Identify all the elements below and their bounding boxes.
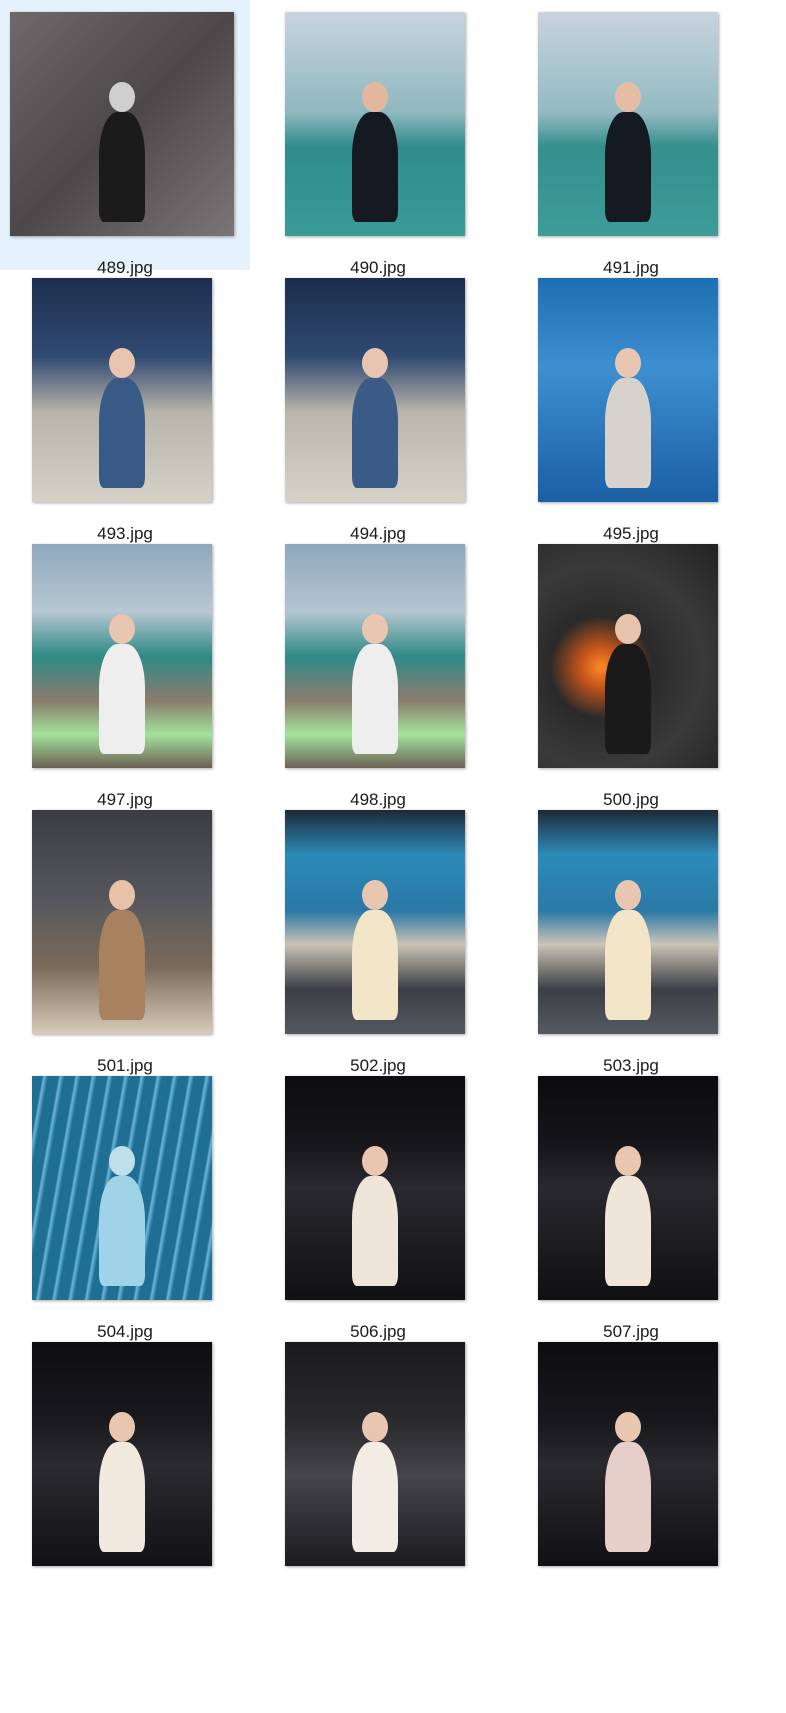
photo-subject-body: [605, 1176, 651, 1286]
photo-subject-body: [605, 644, 651, 754]
photo-subject-head: [615, 348, 641, 378]
photo-resort-icon[interactable]: [32, 544, 212, 768]
file-item[interactable]: 501.jpg: [0, 798, 272, 1090]
photo-subject-body: [99, 1442, 145, 1552]
photo-subject-head: [109, 348, 135, 378]
photo-subject-head: [109, 82, 135, 112]
file-item[interactable]: [506, 1330, 778, 1622]
photo-aquarium-icon[interactable]: [538, 278, 718, 502]
photo-subject-head: [362, 82, 388, 112]
photo-subject-head: [615, 1412, 641, 1442]
file-item[interactable]: 491.jpg: [506, 0, 778, 292]
photo-globe-icon[interactable]: [32, 278, 212, 502]
photo-subject-body: [352, 644, 398, 754]
file-thumbnail-grid: 489.jpg 490.jpg 491.jpg 493.jpg 494.jpg 495.j…: [0, 0, 786, 1713]
photo-subject-head: [362, 1146, 388, 1176]
photo-group-icon[interactable]: [538, 1342, 718, 1566]
photo-subject-head: [109, 1412, 135, 1442]
photo-subject-head: [109, 880, 135, 910]
photo-restaurant-icon[interactable]: [285, 810, 465, 1034]
file-item[interactable]: 494.jpg: [253, 266, 525, 558]
file-item[interactable]: 506.jpg: [253, 1064, 525, 1356]
photo-bw-icon[interactable]: [10, 12, 234, 236]
file-item[interactable]: 500.jpg: [506, 532, 778, 824]
photo-subject-head: [362, 880, 388, 910]
file-item[interactable]: 507.jpg: [506, 1064, 778, 1356]
photo-firepit-icon[interactable]: [538, 544, 718, 768]
photo-subject-body: [99, 644, 145, 754]
photo-subject-body: [99, 1176, 145, 1286]
photo-subject-body: [605, 112, 651, 222]
photo-subject-head: [615, 880, 641, 910]
photo-dark-room-icon[interactable]: [32, 1342, 212, 1566]
photo-subject-body: [99, 378, 145, 488]
photo-sea-icon[interactable]: [285, 12, 465, 236]
photo-subject-head: [109, 1146, 135, 1176]
photo-subject-head: [362, 348, 388, 378]
photo-subject-body: [352, 910, 398, 1020]
file-item[interactable]: [253, 1330, 525, 1622]
photo-subject-body: [605, 378, 651, 488]
file-item[interactable]: [0, 1330, 272, 1622]
photo-subject-head: [109, 614, 135, 644]
photo-subject-head: [362, 1412, 388, 1442]
photo-subject-body: [605, 910, 651, 1020]
photo-subject-head: [362, 614, 388, 644]
photo-birthday-icon[interactable]: [32, 810, 212, 1034]
file-item[interactable]: 502.jpg: [253, 798, 525, 1090]
photo-subject-body: [352, 1442, 398, 1552]
photo-subject-head: [615, 614, 641, 644]
photo-resort-icon[interactable]: [285, 544, 465, 768]
photo-dark-room-icon[interactable]: [285, 1076, 465, 1300]
file-item[interactable]: 493.jpg: [0, 266, 272, 558]
photo-subject-body: [352, 112, 398, 222]
photo-subject-body: [605, 1442, 651, 1552]
photo-subject-head: [615, 82, 641, 112]
file-item[interactable]: 489.jpg: [0, 0, 250, 277]
photo-subject-body: [99, 910, 145, 1020]
photo-subject-body: [99, 112, 145, 222]
photo-subject-body: [352, 378, 398, 488]
file-item[interactable]: 497.jpg: [0, 532, 272, 824]
file-item[interactable]: 490.jpg: [253, 0, 525, 292]
file-item[interactable]: 503.jpg: [506, 798, 778, 1090]
photo-sea-icon[interactable]: [538, 12, 718, 236]
photo-restaurant-icon[interactable]: [538, 810, 718, 1034]
file-item[interactable]: 504.jpg: [0, 1064, 272, 1356]
photo-blue-hall-icon[interactable]: [32, 1076, 212, 1300]
file-item[interactable]: 498.jpg: [253, 532, 525, 824]
photo-cake-icon[interactable]: [285, 1342, 465, 1566]
photo-subject-head: [615, 1146, 641, 1176]
photo-dark-room-icon[interactable]: [538, 1076, 718, 1300]
file-item[interactable]: 495.jpg: [506, 266, 778, 558]
photo-globe-icon[interactable]: [285, 278, 465, 502]
photo-subject-body: [352, 1176, 398, 1286]
